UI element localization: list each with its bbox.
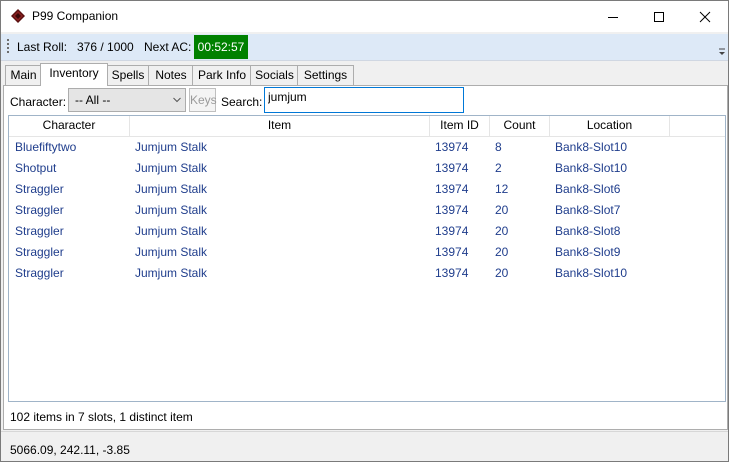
column-header-location[interactable]: Location	[550, 116, 670, 136]
cell-location: Bank8-Slot8	[555, 224, 621, 238]
window-title: P99 Companion	[32, 9, 119, 23]
tab-strip: Main Inventory Spells Notes Park Info So…	[5, 63, 725, 86]
column-header-item-id[interactable]: Item ID	[430, 116, 490, 136]
close-icon	[699, 11, 711, 22]
tab-label: Spells	[111, 68, 145, 82]
last-roll-value: 376 / 1000	[77, 40, 134, 54]
cell-count: 8	[495, 140, 502, 154]
tab-label: Notes	[155, 68, 187, 82]
cell-location: Bank8-Slot10	[555, 266, 628, 280]
cell-count: 12	[495, 182, 509, 196]
cell-location: Bank8-Slot10	[555, 161, 628, 175]
cell-character: Straggler	[15, 203, 64, 217]
inventory-summary: 102 items in 7 slots, 1 distinct item	[10, 410, 193, 424]
keys-button[interactable]: Keys	[189, 88, 217, 112]
title-bar: P99 Companion	[1, 1, 728, 32]
cell-location: Bank8-Slot7	[555, 203, 621, 217]
cell-item: Jumjum Stalk	[135, 161, 208, 175]
minimize-icon	[608, 16, 618, 18]
cell-item-id: 13974	[435, 203, 469, 217]
tab-notes[interactable]: Notes	[148, 65, 194, 85]
cell-count: 20	[495, 224, 509, 238]
tab-label: Socials	[255, 68, 294, 82]
table-row[interactable]: Straggler Jumjum Stalk 13974 20 Bank8-Sl…	[9, 262, 725, 283]
table-row[interactable]: Straggler Jumjum Stalk 13974 20 Bank8-Sl…	[9, 241, 725, 262]
cell-location: Bank8-Slot9	[555, 245, 621, 259]
cell-character: Bluefiftytwo	[15, 140, 77, 154]
tab-settings[interactable]: Settings	[297, 65, 354, 85]
tab-label: Main	[10, 68, 37, 82]
next-ac-timer: 00:52:57	[194, 35, 248, 59]
column-header-character[interactable]: Character	[9, 116, 130, 136]
cell-count: 20	[495, 203, 509, 217]
app-window: P99 Companion Last Roll: 376 / 1000 Next…	[0, 0, 729, 462]
cell-character: Shotput	[15, 161, 57, 175]
player-coordinates: 5066.09, 242.11, -3.85	[10, 443, 130, 457]
character-dropdown[interactable]: -- All --	[68, 88, 186, 112]
cell-item-id: 13974	[435, 140, 469, 154]
table-row[interactable]: Straggler Jumjum Stalk 13974 20 Bank8-Sl…	[9, 220, 725, 241]
character-label: Character:	[10, 95, 67, 109]
tab-label: Park Info	[197, 68, 247, 82]
cell-item: Jumjum Stalk	[135, 140, 208, 154]
status-bar: 5066.09, 242.11, -3.85	[1, 431, 728, 461]
table-row[interactable]: Shotput Jumjum Stalk 13974 2 Bank8-Slot1…	[9, 157, 725, 178]
tab-inventory[interactable]: Inventory	[40, 63, 108, 86]
cell-item: Jumjum Stalk	[135, 266, 208, 280]
cell-item: Jumjum Stalk	[135, 182, 208, 196]
cell-item: Jumjum Stalk	[135, 203, 208, 217]
cell-count: 20	[495, 245, 509, 259]
next-ac-label: Next AC:	[144, 40, 192, 54]
table-row[interactable]: Straggler Jumjum Stalk 13974 12 Bank8-Sl…	[9, 178, 725, 199]
cell-count: 20	[495, 266, 509, 280]
app-logo-icon	[11, 9, 25, 23]
cell-item-id: 13974	[435, 161, 469, 175]
cell-character: Straggler	[15, 224, 64, 238]
search-label: Search:	[221, 95, 263, 109]
toolstrip-overflow-icon[interactable]	[718, 47, 726, 57]
cell-item-id: 13974	[435, 224, 469, 238]
cell-character: Straggler	[15, 266, 64, 280]
tab-label: Settings	[303, 68, 348, 82]
tab-socials[interactable]: Socials	[250, 65, 299, 85]
cell-location: Bank8-Slot6	[555, 182, 621, 196]
column-header-item[interactable]: Item	[130, 116, 430, 136]
tab-park-info[interactable]: Park Info	[192, 65, 252, 85]
list-header: Character Item Item ID Count Location	[9, 116, 725, 137]
maximize-icon	[654, 11, 664, 22]
chevron-down-icon	[173, 97, 181, 103]
cell-item: Jumjum Stalk	[135, 245, 208, 259]
cell-item-id: 13974	[435, 245, 469, 259]
cell-item-id: 13974	[435, 266, 469, 280]
cell-item-id: 13974	[435, 182, 469, 196]
table-row[interactable]: Straggler Jumjum Stalk 13974 20 Bank8-Sl…	[9, 199, 725, 220]
cell-item: Jumjum Stalk	[135, 224, 208, 238]
minimize-button[interactable]	[590, 1, 636, 32]
status-toolstrip: Last Roll: 376 / 1000 Next AC: 00:52:57	[1, 34, 728, 61]
cell-character: Straggler	[15, 182, 64, 196]
cell-character: Straggler	[15, 245, 64, 259]
inventory-list[interactable]: Character Item Item ID Count Location Bl…	[8, 115, 726, 402]
toolstrip-grip[interactable]	[7, 39, 9, 55]
column-header-count[interactable]: Count	[490, 116, 550, 136]
cell-count: 2	[495, 161, 502, 175]
character-dropdown-value: -- All --	[75, 93, 111, 107]
tab-spells[interactable]: Spells	[106, 65, 150, 85]
table-row[interactable]: Bluefiftytwo Jumjum Stalk 13974 8 Bank8-…	[9, 136, 725, 157]
tab-main[interactable]: Main	[5, 65, 42, 85]
tab-label: Inventory	[49, 66, 99, 80]
maximize-button[interactable]	[636, 1, 682, 32]
search-input[interactable]	[264, 87, 464, 113]
cell-location: Bank8-Slot10	[555, 140, 628, 154]
close-button[interactable]	[682, 1, 728, 32]
last-roll-label: Last Roll:	[17, 40, 68, 54]
